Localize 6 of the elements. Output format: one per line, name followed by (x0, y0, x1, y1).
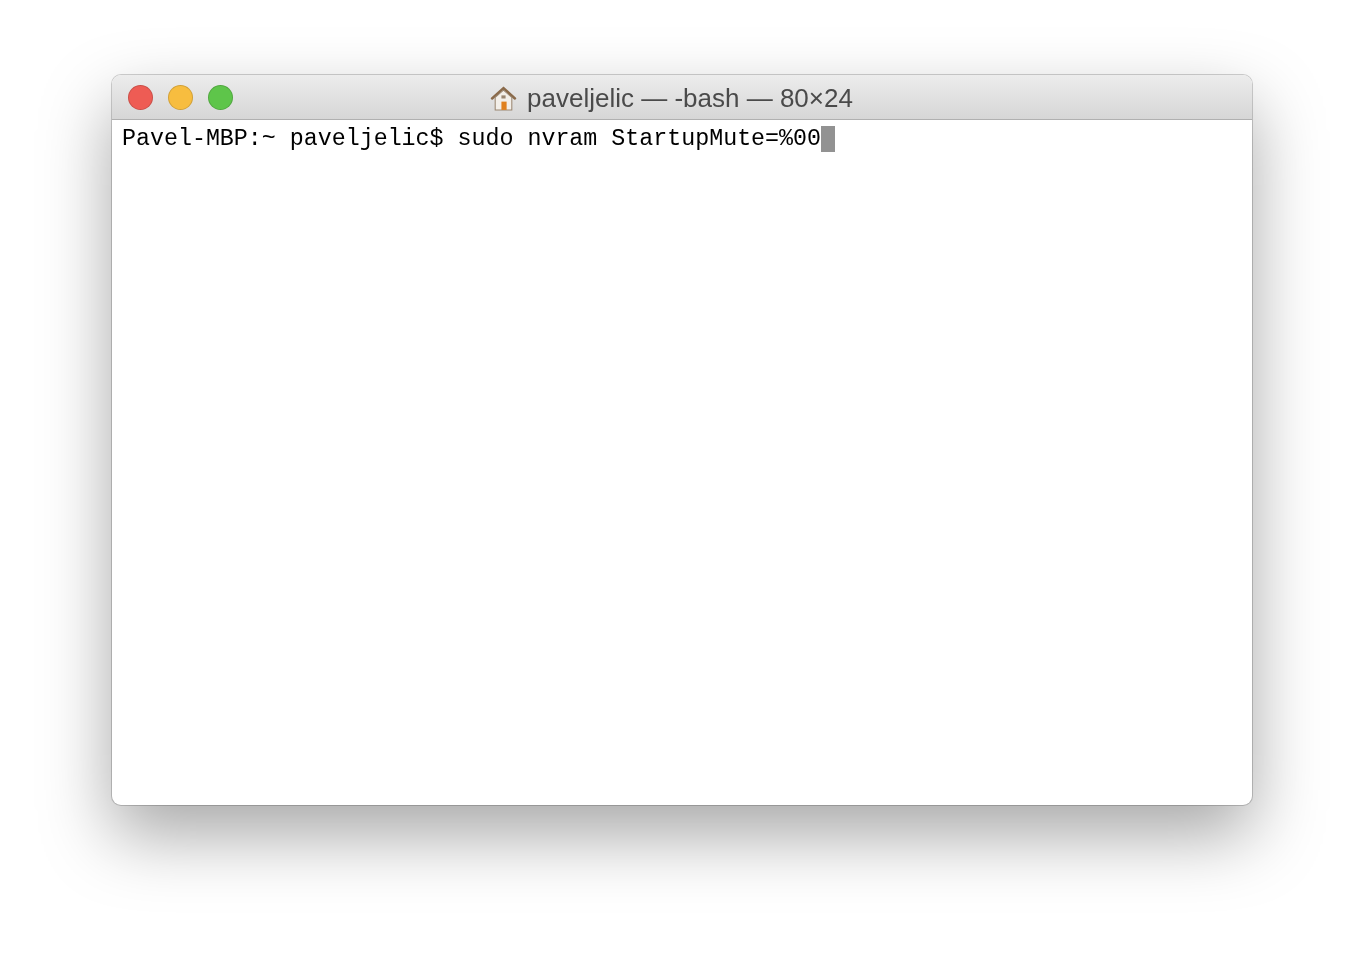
close-button[interactable] (128, 84, 153, 110)
minimize-button[interactable] (168, 84, 193, 110)
terminal-line: Pavel-MBP:~ paveljelic$ sudo nvram StartupMute=%00 (122, 126, 822, 152)
house-icon (490, 85, 517, 112)
window-title: paveljelic — -bash — 80×24 (527, 83, 853, 114)
zoom-button[interactable] (208, 84, 233, 110)
